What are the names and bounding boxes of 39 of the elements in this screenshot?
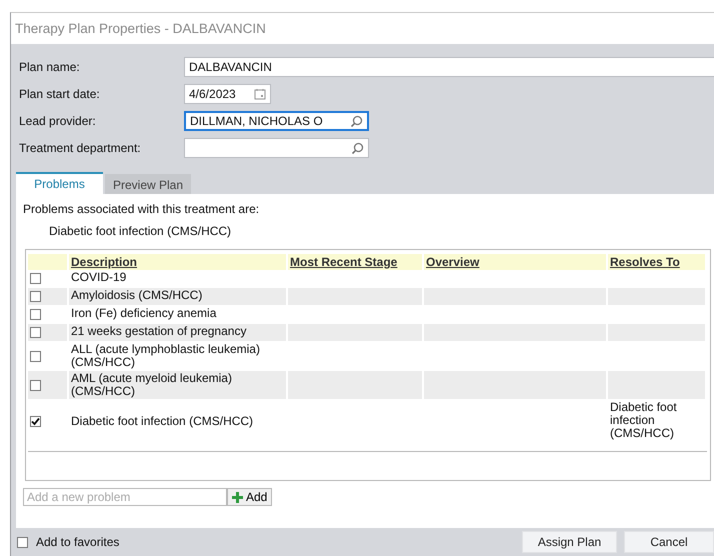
add-button[interactable]: Add: [227, 488, 272, 506]
input-field[interactable]: DILLMAN, NICHOLAS O: [184, 111, 369, 131]
checkmark-icon: [31, 416, 40, 426]
tab[interactable]: Preview Plan: [105, 174, 191, 194]
dialog-button[interactable]: Cancel: [624, 531, 714, 553]
checkbox[interactable]: [17, 536, 28, 548]
dialog-button[interactable]: Assign Plan: [522, 531, 617, 553]
table-cell: AML (acute myeloid leukemia) (CMS/HCC): [69, 371, 286, 399]
header-cell: [28, 254, 67, 270]
input-field[interactable]: 4/6/2023: [184, 84, 271, 104]
checkbox[interactable]: [30, 416, 41, 426]
column-header[interactable]: Overview: [424, 254, 606, 270]
field-label: Treatment department:: [19, 141, 142, 155]
column-header[interactable]: Most Recent Stage: [288, 254, 422, 270]
search-icon[interactable]: [350, 114, 363, 128]
checkbox[interactable]: [30, 380, 41, 390]
input-field[interactable]: [184, 138, 369, 158]
checkbox[interactable]: [30, 309, 41, 320]
checkbox[interactable]: [30, 291, 41, 302]
search-icon[interactable]: [351, 142, 364, 154]
window-title: Therapy Plan Properties - DALBAVANCIN: [11, 13, 714, 44]
field-label: Plan name:: [19, 60, 81, 74]
intro-text: Problems associated with this treatment are:: [23, 202, 260, 216]
add-problem-field[interactable]: Add a new problem: [23, 488, 227, 506]
plus-icon: [232, 492, 243, 502]
calendar-icon[interactable]: [254, 88, 266, 100]
table-cell: 21 weeks gestation of pregnancy: [69, 324, 286, 341]
table-cell: Amyloidosis (CMS/HCC): [69, 288, 286, 305]
checkbox[interactable]: [30, 350, 41, 362]
associated-problem: Diabetic foot infection (CMS/HCC): [48, 223, 232, 238]
tab[interactable]: Problems: [16, 172, 103, 194]
column-header[interactable]: Description: [69, 254, 286, 270]
column-header[interactable]: Resolves To: [608, 254, 705, 270]
checkbox-label: Add to favorites: [36, 535, 120, 549]
field-label: Plan start date:: [19, 87, 101, 101]
checkbox[interactable]: [30, 327, 41, 338]
field-label: Lead provider:: [19, 114, 97, 128]
checkbox[interactable]: [30, 273, 41, 284]
input-field[interactable]: DALBAVANCIN: [184, 57, 714, 77]
